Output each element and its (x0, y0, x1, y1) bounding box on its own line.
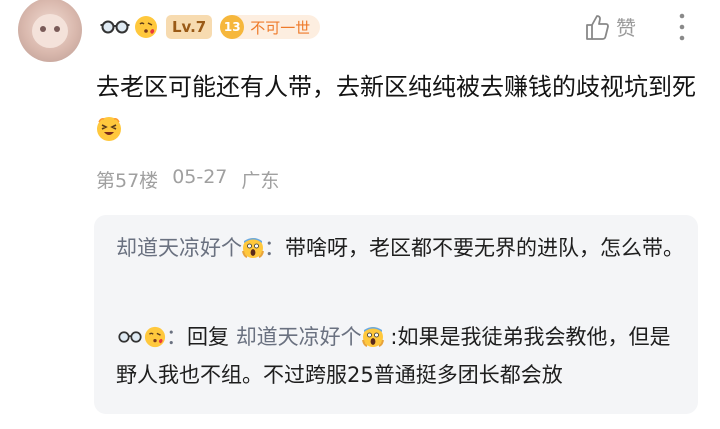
reply-box[interactable]: 却道天凉好个 ：带啥呀，老区都不要无界的进队，怎么带。 ：回复 却道天凉好个:… (94, 215, 698, 414)
screaming-face-icon (361, 327, 384, 347)
post-location: 广东 (241, 170, 280, 192)
fan-badge[interactable]: 13 不可一世 (220, 15, 321, 39)
reply-to-user[interactable]: 却道天凉好个 (236, 325, 384, 349)
dizzy-laughing-face-icon (97, 117, 121, 141)
thumbs-up-icon (586, 14, 609, 40)
avatar-face (32, 14, 68, 48)
fan-title: 不可一世 (250, 18, 311, 37)
screaming-face-icon (242, 238, 264, 258)
glasses-emoji-icon (118, 331, 142, 343)
avatar[interactable] (18, 0, 82, 62)
post-body: 去老区可能还有人带，去新区纯纯被去赚钱的歧视坑到死 (96, 66, 706, 150)
post-date: 05-27 (172, 166, 228, 188)
kissing-face-icon (135, 16, 157, 38)
reply-item[interactable]: 却道天凉好个 ：带啥呀，老区都不要无界的进队，怎么带。 (116, 229, 686, 267)
floor-number: 第57楼 (96, 170, 159, 192)
vertical-dots-icon[interactable] (672, 12, 692, 42)
reply-author[interactable]: 却道天凉好个 ： (116, 236, 285, 260)
username-row[interactable]: Lv.7 13 不可一世 (100, 10, 321, 44)
fan-level-number: 13 (220, 15, 245, 39)
kissing-face-icon (144, 326, 166, 348)
level-badge[interactable]: Lv.7 (166, 15, 213, 39)
like-button[interactable]: 赞 (584, 12, 636, 41)
reply-item[interactable]: ：回复 却道天凉好个 :如果是我徒弟我会教他，但是野人我也不组。不过跨服25普通… (116, 318, 686, 394)
post-meta: 第57楼 05-27 广东 (96, 166, 279, 193)
glasses-emoji-icon (100, 20, 130, 34)
reply-text: 带啥呀，老区都不要无界的进队，怎么带。 (285, 236, 684, 260)
reply-author[interactable]: ： (116, 325, 187, 349)
post-text: 去老区可能还有人带，去新区纯纯被去赚钱的歧视坑到死 (96, 73, 696, 101)
like-label: 赞 (616, 16, 636, 40)
reply-prefix: 回复 (187, 325, 229, 349)
